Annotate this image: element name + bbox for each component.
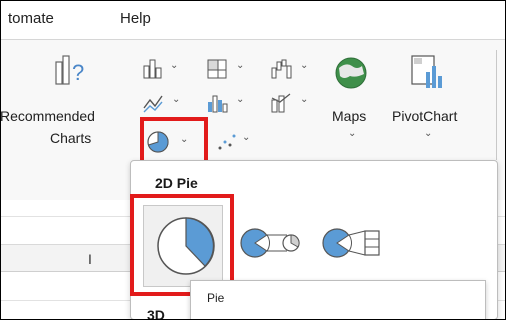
image-border [0,0,506,320]
